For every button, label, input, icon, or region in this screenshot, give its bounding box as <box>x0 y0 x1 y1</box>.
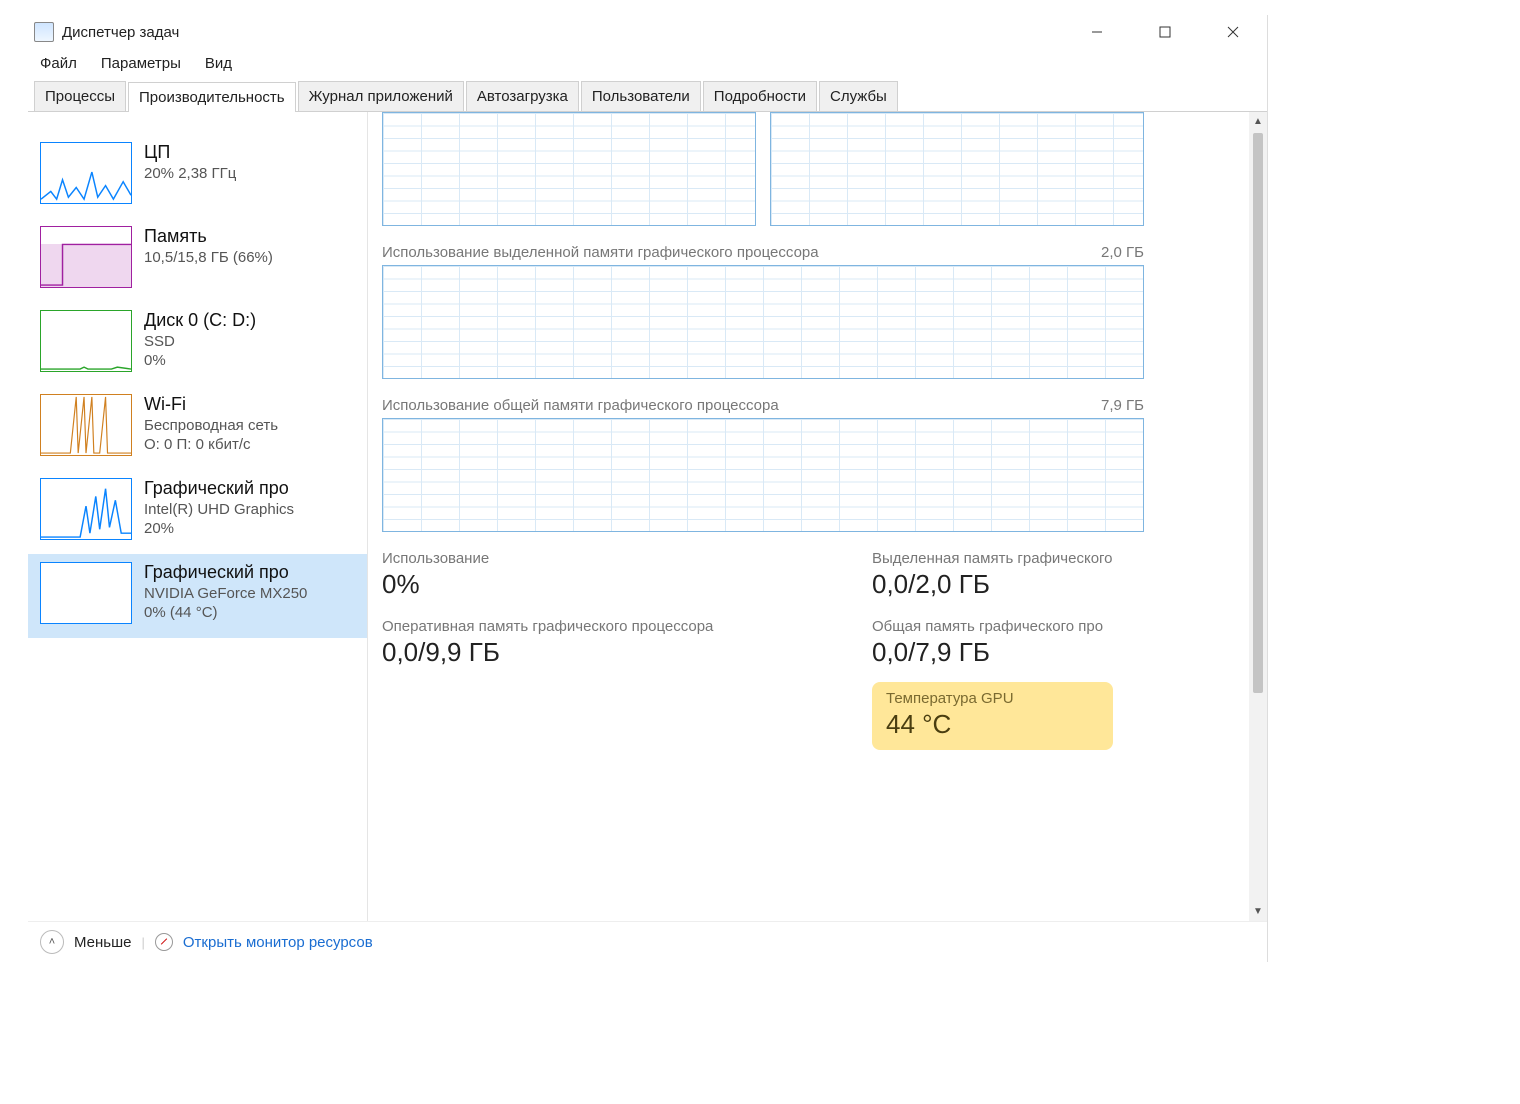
resource-monitor-icon <box>155 933 173 951</box>
sidebar-item-cpu[interactable]: ЦП 20% 2,38 ГГц <box>40 134 367 218</box>
open-resource-monitor-link[interactable]: Открыть монитор ресурсов <box>183 934 373 951</box>
task-manager-window: Диспетчер задач Файл Параметры Вид Проце… <box>28 15 1268 962</box>
shared-mem-label: Использование общей памяти графического … <box>382 397 779 414</box>
cpu-sub: 20% 2,38 ГГц <box>144 165 236 182</box>
gpu1-sub: NVIDIA GeForce MX250 <box>144 585 307 602</box>
footer: ˄ Меньше | Открыть монитор ресурсов <box>28 921 1267 962</box>
scroll-down-icon[interactable]: ▼ <box>1253 906 1263 917</box>
body: ЦП 20% 2,38 ГГц Память 10,5/15,8 ГБ (66%… <box>28 112 1267 921</box>
cpu-title: ЦП <box>144 142 236 163</box>
chart-dedicated-mem <box>382 265 1144 379</box>
scrollbar[interactable]: ▲ ▼ <box>1249 112 1267 921</box>
sidebar-item-gpu0[interactable]: Графический про Intel(R) UHD Graphics 20… <box>40 470 367 554</box>
app-icon <box>34 22 54 42</box>
wifi-thumb-graph <box>40 394 132 456</box>
minimize-button[interactable] <box>1077 18 1117 46</box>
sidebar-item-wifi[interactable]: Wi-Fi Беспроводная сеть О: 0 П: 0 кбит/с <box>40 386 367 470</box>
wifi-sub: Беспроводная сеть <box>144 417 278 434</box>
tab-processes[interactable]: Процессы <box>34 81 126 111</box>
gpu1-sub2: 0% (44 °C) <box>144 604 307 621</box>
sidebar: ЦП 20% 2,38 ГГц Память 10,5/15,8 ГБ (66%… <box>28 112 368 921</box>
scrollbar-thumb[interactable] <box>1253 133 1263 693</box>
sidebar-item-memory[interactable]: Память 10,5/15,8 ГБ (66%) <box>40 218 367 302</box>
tab-startup[interactable]: Автозагрузка <box>466 81 579 111</box>
footer-divider: | <box>141 935 144 950</box>
maximize-button[interactable] <box>1145 18 1185 46</box>
chart-top-left <box>382 112 756 226</box>
gpu1-title: Графический про <box>144 562 307 583</box>
chart-shared-mem <box>382 418 1144 532</box>
tab-apphistory[interactable]: Журнал приложений <box>298 81 464 111</box>
stats-grid: Использование 0% Оперативная память граф… <box>382 550 1249 750</box>
sidebar-item-disk[interactable]: Диск 0 (C: D:) SSD 0% <box>40 302 367 386</box>
disk-thumb-graph <box>40 310 132 372</box>
gpu0-title: Графический про <box>144 478 294 499</box>
shared-mem-label-row: Использование общей памяти графического … <box>382 397 1144 414</box>
memory-thumb-graph <box>40 226 132 288</box>
tab-performance[interactable]: Производительность <box>128 82 296 112</box>
tab-details[interactable]: Подробности <box>703 81 817 111</box>
wifi-title: Wi-Fi <box>144 394 278 415</box>
dedicated-mem-max: 2,0 ГБ <box>1101 244 1144 261</box>
disk-sub: SSD <box>144 333 256 350</box>
menu-file[interactable]: Файл <box>34 52 83 75</box>
window-controls <box>1077 18 1253 46</box>
main: Использование выделенной памяти графичес… <box>368 112 1267 921</box>
gpu0-thumb-graph <box>40 478 132 540</box>
collapse-button[interactable]: ˄ <box>40 930 64 954</box>
tab-users[interactable]: Пользователи <box>581 81 701 111</box>
memory-title: Память <box>144 226 273 247</box>
dedicated-mem-label-row: Использование выделенной памяти графичес… <box>382 244 1144 261</box>
sidebar-item-gpu1[interactable]: Графический про NVIDIA GeForce MX250 0% … <box>28 554 368 638</box>
memory-sub: 10,5/15,8 ГБ (66%) <box>144 249 273 266</box>
stat-utilization: Использование 0% <box>382 550 812 600</box>
dedicated-mem-label: Использование выделенной памяти графичес… <box>382 244 819 261</box>
gpu1-thumb-graph <box>40 562 132 624</box>
stat-temperature: Температура GPU 44 °C <box>872 682 1113 750</box>
cpu-thumb-graph <box>40 142 132 204</box>
close-button[interactable] <box>1213 18 1253 46</box>
menubar: Файл Параметры Вид <box>28 49 1267 77</box>
chevron-up-icon: ˄ <box>49 936 55 948</box>
scroll-up-icon[interactable]: ▲ <box>1253 116 1263 127</box>
disk-title: Диск 0 (C: D:) <box>144 310 256 331</box>
titlebar: Диспетчер задач <box>28 15 1267 49</box>
stat-shared-mem: Общая память графического про 0,0/7,9 ГБ <box>872 618 1113 668</box>
gpu0-sub: Intel(R) UHD Graphics <box>144 501 294 518</box>
gpu0-sub2: 20% <box>144 520 294 537</box>
wifi-sub2: О: 0 П: 0 кбит/с <box>144 436 278 453</box>
shared-mem-max: 7,9 ГБ <box>1101 397 1144 414</box>
menu-view[interactable]: Вид <box>199 52 238 75</box>
window-title: Диспетчер задач <box>62 24 1077 41</box>
top-chart-pair <box>382 112 1249 226</box>
stat-dedicated-mem: Выделенная память графического 0,0/2,0 Г… <box>872 550 1113 600</box>
stat-gpu-ram: Оперативная память графического процессо… <box>382 618 812 668</box>
menu-params[interactable]: Параметры <box>95 52 187 75</box>
tabstrip: Процессы Производительность Журнал прило… <box>28 81 1267 112</box>
disk-sub2: 0% <box>144 352 256 369</box>
chart-top-right <box>770 112 1144 226</box>
tab-services[interactable]: Службы <box>819 81 898 111</box>
fewer-details-label[interactable]: Меньше <box>74 934 131 951</box>
